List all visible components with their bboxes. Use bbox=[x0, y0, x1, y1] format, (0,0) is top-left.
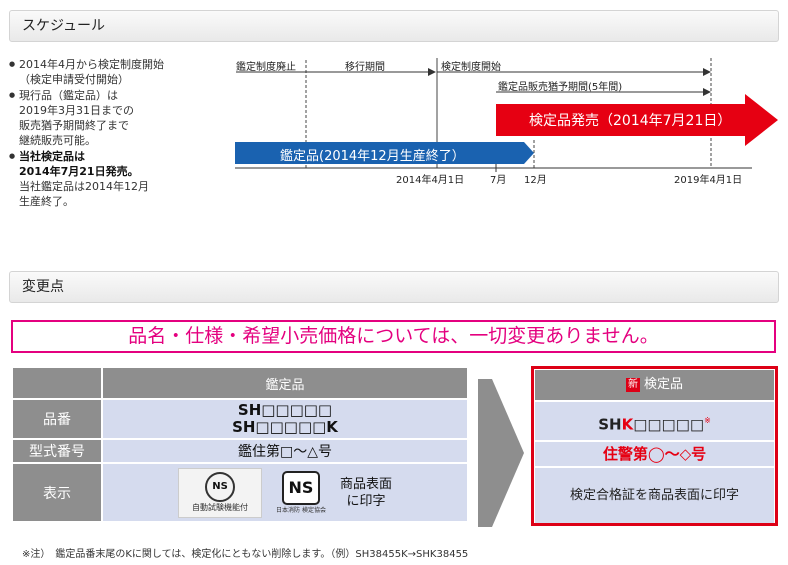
old-product-table: 鑑定品 品番 SH□□□□□ SH□□□□□K 型式番号 鑑住第□〜△号 表示 … bbox=[11, 366, 469, 523]
ns-ring-text: 自動試験機能付 bbox=[192, 503, 249, 512]
bar-new-label: 検定品発売（2014年7月21日） bbox=[529, 113, 732, 129]
schedule-timeline bbox=[235, 58, 778, 172]
old-display: NS 自動試験機能付 NS 日本消防 検定協会 商品表面 に印字 bbox=[103, 464, 467, 521]
new-part-k: K bbox=[621, 415, 634, 434]
chevron-right-icon bbox=[478, 379, 524, 527]
new-header: 新検定品 bbox=[535, 370, 774, 400]
old-model-number: 鑑住第□〜△号 bbox=[103, 440, 467, 462]
label-grace: 鑑定品販売猶予期間(5年間) bbox=[498, 82, 623, 93]
label-start: 検定制度開始 bbox=[441, 62, 501, 73]
grace-arrow-head bbox=[703, 88, 711, 96]
ns-mark-square: NS bbox=[281, 471, 320, 505]
tick-2019-04: 2019年4月1日 bbox=[674, 175, 743, 186]
ns-label-round: NS 自動試験機能付 bbox=[178, 467, 263, 518]
ns-sub-text: 日本消防 検定協会 bbox=[276, 507, 326, 514]
old-part-1: SH□□□□□ bbox=[237, 401, 333, 419]
new-model-number: 住警第◯〜◇号 bbox=[535, 442, 774, 466]
row-label-model: 型式番号 bbox=[13, 440, 101, 462]
new-part-suffix: □□□□□ bbox=[633, 415, 705, 434]
phase-arrow-head bbox=[703, 68, 711, 76]
new-header-label: 検定品 bbox=[643, 377, 683, 392]
ns-label-square: NS 日本消防 検定協会 bbox=[276, 471, 326, 514]
tick-december: 12月 bbox=[524, 175, 547, 186]
new-badge: 新 bbox=[625, 378, 640, 392]
label-transition: 移行期間 bbox=[345, 62, 385, 73]
bar-old-label: 鑑定品(2014年12月生産終了） bbox=[280, 149, 465, 164]
label-abolish: 鑑定制度廃止 bbox=[236, 62, 296, 73]
note-mark: ※ bbox=[704, 416, 711, 425]
row-label-part: 品番 bbox=[13, 400, 101, 438]
table-corner bbox=[13, 368, 101, 398]
new-display: 検定合格証を商品表面に印字 bbox=[535, 468, 774, 523]
old-header: 鑑定品 bbox=[103, 368, 467, 398]
print-line: に印字 bbox=[346, 493, 386, 509]
footnote: ※注） 鑑定品番末尾のKに関しては、検定化にともない削除します。（例）SH384… bbox=[22, 549, 469, 560]
old-print-text: 商品表面 に印字 bbox=[340, 476, 392, 510]
old-part-numbers: SH□□□□□ SH□□□□□K bbox=[103, 400, 467, 438]
no-change-notice: 品名・仕様・希望小売価格については、一切変更ありません。 bbox=[11, 320, 776, 353]
phase-arrow-head bbox=[428, 68, 436, 76]
row-label-display: 表示 bbox=[13, 464, 101, 521]
old-part-2: SH□□□□□K bbox=[232, 418, 338, 436]
changes-heading: 変更点 bbox=[9, 271, 779, 303]
new-product-panel: 新検定品 SHK□□□□□※ 住警第◯〜◇号 検定合格証を商品表面に印字 bbox=[531, 366, 778, 526]
new-part-prefix: SH bbox=[598, 415, 622, 434]
tick-2014-04: 2014年4月1日 bbox=[396, 175, 465, 186]
tick-july: 7月 bbox=[490, 175, 507, 186]
print-line: 商品表面 bbox=[339, 476, 392, 492]
ns-mark-round: NS bbox=[205, 472, 236, 502]
new-part-number: SHK□□□□□※ bbox=[535, 402, 774, 440]
